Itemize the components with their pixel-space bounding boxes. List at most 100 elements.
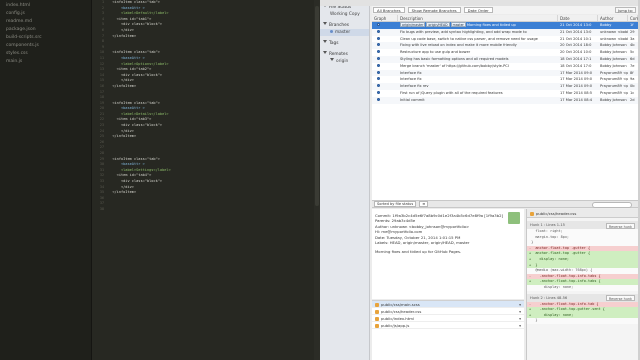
file-modified-icon [375,302,379,307]
column-header-commit[interactable]: Commit [628,15,638,21]
sidebar-section-label: Tags [329,41,339,46]
reverse-hunk-button[interactable]: Reverse hunk [605,295,635,302]
commit-node-icon [377,70,380,74]
description-cell: Fix bugs with preview, add syntax highli… [398,29,558,36]
description-cell: Fixing with live reload on index and mak… [398,42,558,49]
graph-cell [372,76,398,83]
jump-to-button[interactable]: Jump to: [614,7,636,13]
file-options-dropdown-icon[interactable]: ▾ [519,315,521,322]
editor-empty-area[interactable] [92,215,320,360]
commit-description: Morning fixes and tidied up [466,23,516,27]
commit-message: Morning fixes and tidied up for GitHub P… [375,249,462,255]
sidebar-item-origin[interactable]: origin [320,58,369,65]
desktop: index.html config.js readme.md package.json… [0,0,640,360]
file-tree-item[interactable]: config.js [0,10,91,18]
commit-row[interactable]: Merge branch 'master' of https://github.… [372,63,638,70]
repo-sidebar: File Status Working Copy Branches master… [320,0,370,360]
file-name: public/js/app.js [381,323,410,328]
file-name: public/index.html [381,316,414,321]
sidebar-section-label: Branches [329,23,350,28]
editor-scrollbar-thumb[interactable] [315,6,319,206]
column-header-date[interactable]: Date [558,15,598,21]
code-area[interactable]: <infoItem class="tab"> <baseAttr > <labe… [108,0,318,215]
file-tree-item[interactable]: components.js [0,42,91,50]
author-cell: Prayarum89 <pray [600,77,628,82]
commit-cell: 9a [630,77,635,82]
commit-row[interactable]: Initial commit 17 Mar 2014 08:4 Bobby John… [372,96,638,104]
graph-cell [372,36,398,43]
author-cell: Bobby Johnson [600,43,627,48]
sidebar-section-tags[interactable]: Tags [320,40,369,47]
branches-select[interactable]: All Branches [373,7,405,13]
description-cell: Merge branch 'master' of https://github.… [398,63,558,70]
line-number-gutter: 1 2 3 4 5 6 7 8 9 10 11 12 13 14 15 16 17 18 19 20 21 22 23 24 2… [92,0,106,215]
description-cell: Initial commit [398,97,558,104]
commit-cell: 4b [630,43,635,48]
commit-cell: 7e [630,63,635,68]
sidebar-item-label: master [335,30,351,35]
author-cell: Bobby Johnson [600,56,627,61]
column-header-description[interactable]: Description [398,15,558,21]
author-cell: Bobby [600,23,612,27]
commit-row[interactable]: Interface fix 17 Mar 2014 09:0 Prayarum89 … [372,69,638,77]
file-row[interactable]: public/css/header.css ▾ [372,308,524,315]
commit-row[interactable]: Fix bugs with preview, add syntax highli… [372,28,638,36]
expand-triangle-icon [323,40,327,43]
reverse-hunk-button[interactable]: Reverse hunk [605,222,635,229]
commit-row[interactable]: Styling has basic formatting options and… [372,55,638,63]
commit-log-table: Graph Description Date Author Commit ori… [372,15,638,200]
commit-row[interactable]: origin/master origin/HEAD master Morning fi… [372,22,638,29]
commit-row[interactable]: Restructure app to use gulp and bower 20 … [372,49,638,56]
sidebar-item-label: origin [336,59,349,64]
file-options-dropdown-icon[interactable]: ▾ [519,308,521,315]
commit-row[interactable]: Fixing with live reload on index and mak… [372,42,638,50]
commit-cell: 8f [630,70,634,75]
graph-cell [372,83,398,90]
date-cell: 17 Mar 2014 09:0 [560,77,592,82]
remote-branches-checkbox[interactable]: Show Remote Branches [407,7,461,13]
log-toolbar: All Branches Show Remote Branches Date O… [372,6,638,14]
commit-description: Clean up code base, switch to native css… [400,36,538,41]
commit-description: Initial commit [400,97,425,102]
file-options-dropdown-icon[interactable]: ▾ [519,322,521,329]
file-row[interactable]: public/js/app.js ▾ [372,322,524,329]
diff-file-header: public/css/header.css [527,209,638,218]
graph-cell [372,63,398,70]
graph-cell [372,42,398,49]
commit-description: Fix bugs with preview, add syntax highli… [400,29,527,34]
file-options-dropdown-icon[interactable]: ▾ [519,301,521,308]
file-row[interactable]: public/css/main.scss ▾ [372,301,524,308]
date-cell: 21 Oct 2014 13:0 [560,29,592,34]
file-row[interactable]: public/index.html ▾ [372,315,524,322]
file-tree-item[interactable]: build-scripts.src [0,34,91,42]
commit-row[interactable]: Interface fix rev 17 Mar 2014 09:0 Prayaru… [372,83,638,90]
order-select[interactable]: Date Order [463,7,493,13]
author-cell: Bobby Johnson [600,97,627,102]
sort-files-select[interactable]: Sorted by file status [374,201,417,207]
graph-cell [372,97,398,104]
git-client-window: File Status Working Copy Branches master… [320,0,640,360]
sidebar-item-working-copy[interactable]: Working Copy [320,11,369,18]
commit-row[interactable]: Interface fix 17 Mar 2014 09:0 Prayarum89 … [372,76,638,83]
file-tree-item[interactable]: main.js [0,58,91,66]
collapse-triangle-icon [330,58,334,61]
view-mode-select[interactable]: ≡ [419,201,429,207]
diff-hunks: Hunk 1 : Lines 1-15 Reverse hunk float: r… [527,221,638,324]
sidebar-item-master[interactable]: master [320,29,369,36]
commit-row[interactable]: First run of jQuery plugin with all of t… [372,90,638,97]
column-header-author[interactable]: Author [598,15,628,21]
sidebar-section-branches[interactable]: Branches [320,22,369,29]
author-cell: unknown <bobby [600,36,628,41]
commit-row[interactable]: Clean up code base, switch to native css… [372,36,638,43]
file-tree-item[interactable]: readme.md [0,18,91,26]
sidebar-section-remotes[interactable]: Remotes [320,51,369,58]
description-cell: First run of jQuery plugin with all of t… [398,90,558,97]
author-cell: Prayarum89 <pray [600,84,628,89]
column-header-graph[interactable]: Graph [372,15,398,21]
file-tree-item[interactable]: styles.css [0,50,91,58]
search-input[interactable] [592,202,632,208]
file-tree-item[interactable]: index.html [0,2,91,10]
file-tree-item[interactable]: package.json [0,26,91,34]
commit-labels: Labels: HEAD, origin/master, origin/HEAD… [375,240,470,246]
